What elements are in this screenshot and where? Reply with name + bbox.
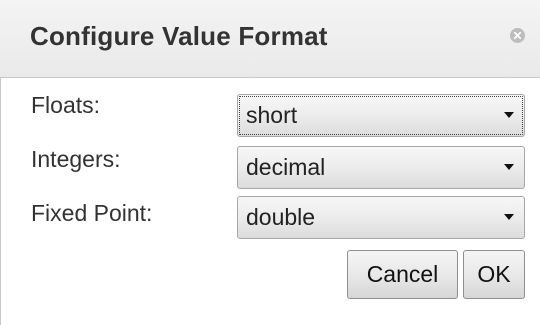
floats-select[interactable]: short — [237, 94, 525, 137]
chevron-down-icon — [504, 112, 514, 118]
dialog-title-bar[interactable]: Configure Value Format — [0, 0, 540, 78]
dialog-title: Configure Value Format — [30, 21, 328, 51]
fixed-point-select-value: double — [246, 204, 316, 230]
integers-label: Integers: — [31, 146, 121, 172]
ok-button[interactable]: OK — [463, 250, 525, 299]
chevron-down-icon — [504, 164, 514, 170]
integers-select-value: decimal — [246, 154, 326, 180]
fixed-point-label: Fixed Point: — [31, 200, 153, 226]
fixed-point-select[interactable]: double — [237, 196, 525, 239]
configure-value-format-dialog: Configure Value Format Floats: short Int… — [0, 0, 540, 325]
close-glyph — [513, 31, 522, 40]
floats-label: Floats: — [31, 92, 101, 118]
integers-select[interactable]: decimal — [237, 146, 525, 189]
close-icon[interactable] — [510, 28, 525, 43]
cancel-button[interactable]: Cancel — [347, 250, 458, 299]
floats-select-value: short — [246, 102, 298, 128]
dialog-left-border — [0, 78, 1, 325]
chevron-down-icon — [504, 214, 514, 220]
